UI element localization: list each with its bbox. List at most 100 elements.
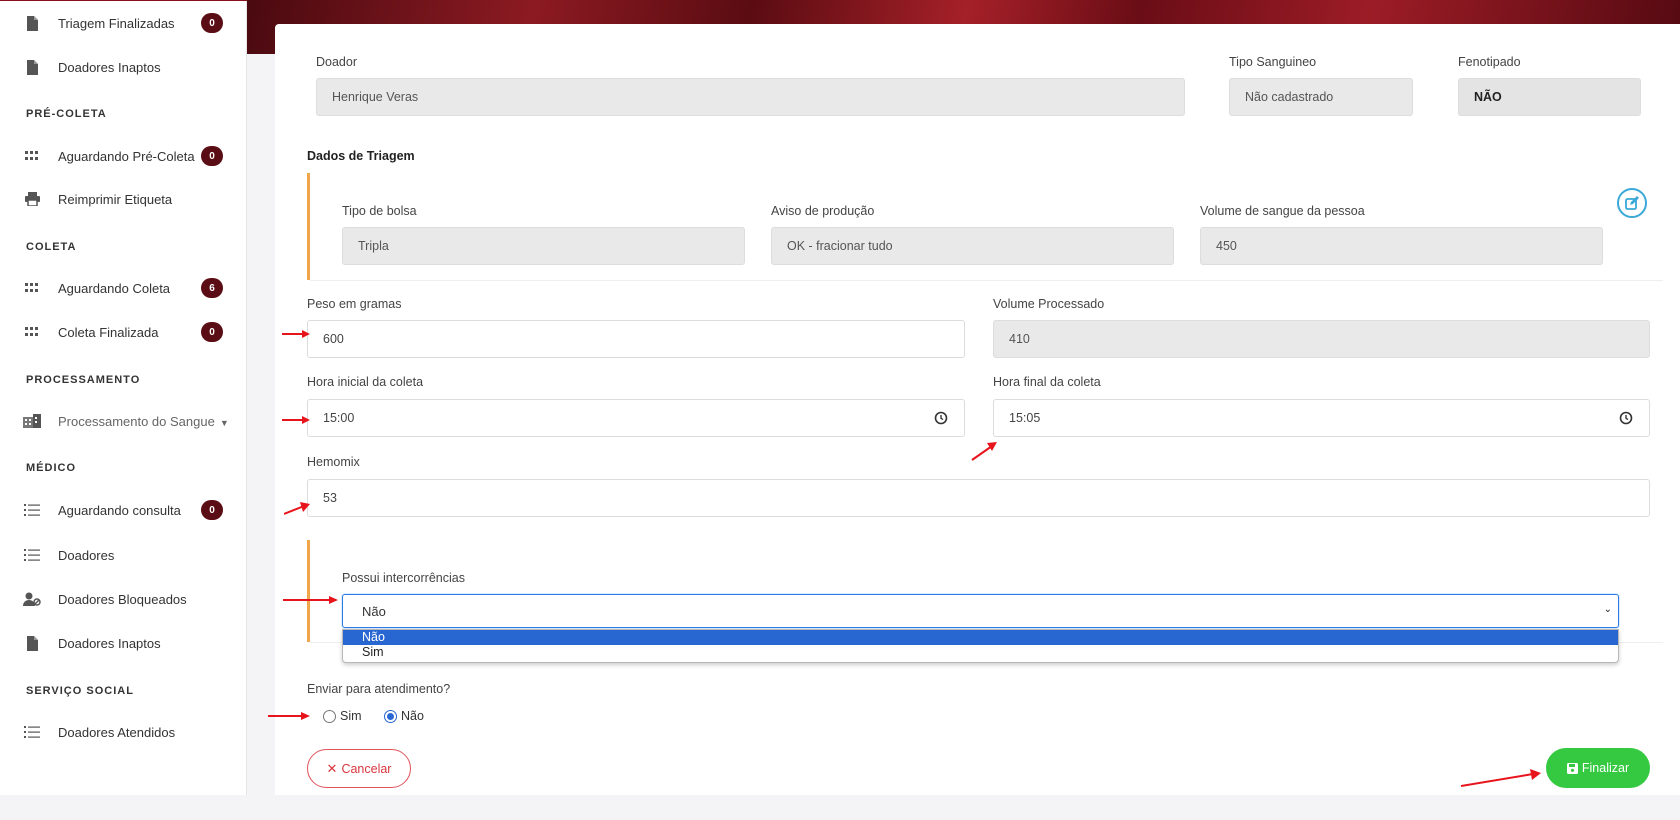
sidebar-item-aguardando-coleta[interactable]: Aguardando Coleta 6 [0, 268, 247, 308]
sidebar-item-reimprimir-etiqueta[interactable]: Reimprimir Etiqueta [0, 179, 247, 219]
chevron-down-icon: ⌄ [1603, 604, 1612, 615]
sidebar-item-label: Reimprimir Etiqueta [58, 191, 173, 207]
sidebar-item-label: Processamento do Sangue ▼ [58, 413, 229, 429]
hora-inicial-value: 15:00 [323, 411, 355, 425]
tipo-sanguineo-label: Tipo Sanguineo [1229, 55, 1317, 69]
sidebar-item-coleta-finalizada[interactable]: Coleta Finalizada 0 [0, 312, 247, 352]
radio-sim-label: Sim [340, 709, 362, 723]
hora-inicial-label: Hora inicial da coleta [307, 375, 424, 389]
sidebar-item-label: Aguardando Pré-Coleta [58, 148, 195, 164]
intercorrencias-select[interactable]: Não ⌄ [342, 594, 1619, 628]
count-badge: 0 [201, 500, 223, 520]
list-icon [22, 722, 42, 742]
annotation-arrow [1461, 769, 1541, 787]
file-icon [22, 57, 42, 77]
user-block-icon [22, 589, 42, 609]
edit-icon [1625, 196, 1639, 210]
sidebar-item-doadores-bloqueados[interactable]: Doadores Bloqueados [0, 579, 247, 619]
section-header-processamento: PROCESSAMENTO [26, 374, 141, 386]
radio-circle-selected[interactable] [384, 709, 397, 723]
clock-icon[interactable] [934, 411, 948, 425]
file-icon [22, 13, 42, 33]
radio-nao[interactable]: Não [384, 709, 424, 723]
sidebar-item-triagem-finalizadas[interactable]: Triagem Finalizadas 0 [0, 3, 247, 43]
sidebar-item-doadores[interactable]: Doadores [0, 535, 247, 575]
volume-processado-label: Volume Processado [993, 297, 1105, 311]
sidebar-item-doadores-inaptos[interactable]: Doadores Inaptos [0, 47, 247, 87]
radio-circle[interactable] [323, 709, 336, 723]
annotation-arrow [284, 502, 310, 515]
volume-sangue-field: 450 [1200, 227, 1603, 265]
sidebar-item-doadores-atendidos[interactable]: Doadores Atendidos [0, 712, 247, 752]
sidebar-item-label: Aguardando Coleta [58, 280, 171, 296]
aviso-producao-label: Aviso de produção [771, 204, 875, 218]
clock-icon[interactable] [1619, 411, 1633, 425]
tipo-bolsa-label: Tipo de bolsa [342, 204, 417, 218]
peso-input[interactable]: 600 [307, 320, 965, 358]
sidebar-item-doadores-inaptos-2[interactable]: Doadores Inaptos [0, 623, 247, 663]
caret-down-icon: ▼ [219, 417, 229, 428]
volume-processado-field: 410 [993, 320, 1650, 358]
tipo-sanguineo-field: Não cadastrado [1229, 78, 1413, 116]
sidebar-item-label: Doadores Inaptos [58, 635, 161, 651]
sidebar-top-line [0, 0, 247, 1]
hora-final-input[interactable]: 15:05 [993, 399, 1650, 437]
section-header-medico: MÉDICO [26, 462, 76, 474]
doador-field: Henrique Veras [316, 78, 1185, 116]
sidebar-item-label: Triagem Finalizadas [58, 15, 175, 31]
section-header-coleta: COLETA [26, 241, 77, 253]
radio-sim[interactable]: Sim [323, 709, 362, 723]
aviso-producao-field: OK - fracionar tudo [771, 227, 1174, 265]
tipo-bolsa-field: Tripla [342, 227, 745, 265]
printer-icon [22, 189, 42, 209]
enviar-atendimento-label: Enviar para atendimento? [307, 682, 451, 696]
section-header-servico-social: SERVIÇO SOCIAL [26, 685, 134, 697]
bottom-strip [0, 795, 1680, 820]
peso-label: Peso em gramas [307, 297, 402, 311]
annotation-arrow [282, 330, 310, 338]
doador-label: Doador [316, 55, 357, 69]
intercorrencias-dropdown: Não Sim [342, 629, 1619, 663]
count-badge: 0 [201, 322, 223, 342]
count-badge: 0 [201, 146, 223, 166]
sidebar-item-processamento-do-sangue[interactable]: Processamento do Sangue ▼ [0, 401, 247, 441]
volume-sangue-label: Volume de sangue da pessoa [1200, 204, 1365, 218]
hora-final-value: 15:05 [1009, 411, 1041, 425]
sidebar-item-aguardando-pre-coleta[interactable]: Aguardando Pré-Coleta 0 [0, 136, 247, 176]
hora-inicial-input[interactable]: 15:00 [307, 399, 965, 437]
annotation-arrow [282, 416, 310, 424]
grid-icon [22, 146, 42, 166]
sidebar-item-label: Doadores Inaptos [58, 59, 161, 75]
select-value: Não [362, 603, 386, 619]
list-icon [22, 500, 42, 520]
finalizar-button[interactable]: Finalizar [1546, 748, 1650, 788]
fenotipado-label: Fenotipado [1458, 55, 1521, 69]
finalizar-button-label: Finalizar [1581, 761, 1630, 775]
count-badge: 6 [201, 278, 223, 298]
sidebar-item-aguardando-consulta[interactable]: Aguardando consulta 0 [0, 490, 247, 530]
radio-nao-label: Não [401, 709, 424, 723]
sidebar: Triagem Finalizadas 0 Doadores Inaptos P… [0, 0, 247, 795]
cancel-button-label: Cancelar [341, 761, 392, 776]
annotation-arrow [283, 596, 338, 604]
dados-triagem-title: Dados de Triagem [307, 149, 415, 163]
intercorrencias-label: Possui intercorrências [342, 571, 465, 585]
option-sim[interactable]: Sim [343, 645, 1618, 660]
hora-final-label: Hora final da coleta [993, 375, 1101, 389]
section-accent-bar [307, 540, 310, 642]
close-icon: ✕ [326, 760, 338, 776]
fenotipado-field: NÃO [1458, 78, 1641, 116]
file-icon [22, 633, 42, 653]
option-nao[interactable]: Não [343, 630, 1618, 645]
count-badge: 0 [201, 13, 223, 33]
edit-button[interactable] [1617, 188, 1647, 218]
hemomix-input[interactable]: 53 [307, 479, 1650, 517]
annotation-arrow [971, 442, 997, 461]
sidebar-item-label: Doadores Bloqueados [58, 591, 187, 607]
grid-icon [22, 322, 42, 342]
grid-icon [22, 278, 42, 298]
divider [310, 280, 1663, 281]
cancel-button[interactable]: ✕ Cancelar [307, 749, 411, 788]
sidebar-item-label: Coleta Finalizada [58, 324, 159, 340]
section-accent-bar [307, 173, 310, 280]
